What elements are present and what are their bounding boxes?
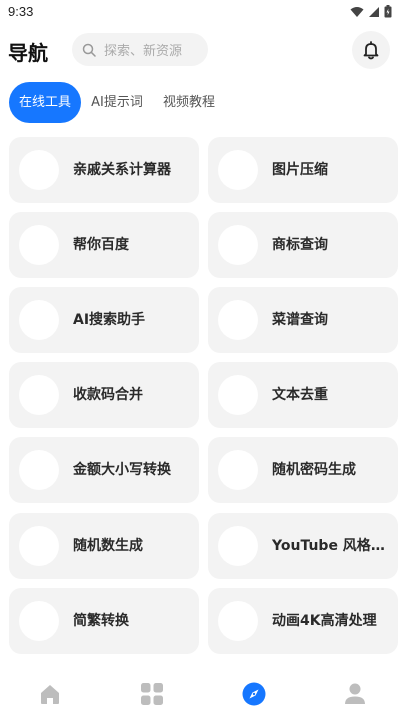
tool-icon-placeholder — [19, 300, 59, 340]
tool-icon-placeholder — [218, 526, 258, 566]
tool-icon-placeholder — [19, 375, 59, 415]
tab-ai-prompts[interactable]: AI提示词 — [86, 82, 148, 123]
tool-icon-placeholder — [218, 375, 258, 415]
apps-grid-icon — [141, 683, 163, 705]
bell-icon — [363, 41, 379, 60]
search-icon — [82, 43, 96, 57]
header: 导航 探索、新资源 — [0, 30, 406, 70]
tool-icon-placeholder — [218, 300, 258, 340]
tool-label: 金额大小写转换 — [73, 462, 171, 478]
tool-icon-placeholder — [19, 526, 59, 566]
tool-icon-placeholder — [218, 450, 258, 490]
nav-discover[interactable] — [240, 680, 268, 708]
tool-icon-placeholder — [218, 150, 258, 190]
tool-icon-placeholder — [19, 601, 59, 641]
tool-label: AI搜索助手 — [73, 312, 146, 328]
page-title: 导航 — [8, 41, 48, 65]
nav-apps[interactable] — [138, 680, 166, 708]
tool-label: 随机密码生成 — [272, 462, 356, 478]
signal-icon — [369, 6, 379, 17]
tool-label: 动画4K高清处理 — [272, 613, 377, 629]
tool-icon-placeholder — [19, 150, 59, 190]
tool-card[interactable]: YouTube 风格Lo... — [208, 513, 398, 579]
nav-profile[interactable] — [341, 680, 369, 708]
notification-button[interactable] — [352, 31, 390, 69]
tool-card[interactable]: 亲戚关系计算器 — [9, 137, 199, 203]
tool-icon-placeholder — [19, 450, 59, 490]
search-input[interactable]: 探索、新资源 — [72, 33, 208, 66]
nav-home[interactable] — [36, 680, 64, 708]
tool-card[interactable]: AI搜索助手 — [9, 287, 199, 353]
tool-icon-placeholder — [218, 225, 258, 265]
tool-label: 随机数生成 — [73, 538, 143, 554]
wifi-icon — [350, 6, 364, 17]
tool-card[interactable]: 随机密码生成 — [208, 437, 398, 503]
tool-card[interactable]: 收款码合并 — [9, 362, 199, 428]
tool-label: 图片压缩 — [272, 162, 328, 178]
status-bar: 9:33 — [0, 0, 406, 24]
tool-label: 简繁转换 — [73, 613, 129, 629]
battery-icon — [384, 5, 392, 18]
home-icon — [41, 685, 59, 704]
tool-card[interactable]: 随机数生成 — [9, 513, 199, 579]
search-placeholder: 探索、新资源 — [104, 44, 183, 59]
tool-card[interactable]: 菜谱查询 — [208, 287, 398, 353]
tool-card[interactable]: 商标查询 — [208, 212, 398, 278]
tool-card[interactable]: 动画4K高清处理 — [208, 588, 398, 654]
tool-label: 亲戚关系计算器 — [73, 162, 171, 178]
tool-card[interactable]: 金额大小写转换 — [9, 437, 199, 503]
compass-icon — [242, 682, 266, 706]
profile-icon — [345, 683, 365, 704]
tool-card[interactable]: 文本去重 — [208, 362, 398, 428]
status-icons — [350, 5, 392, 18]
tool-icon-placeholder — [19, 225, 59, 265]
tool-label: YouTube 风格Lo... — [272, 538, 390, 554]
tool-label: 商标查询 — [272, 237, 328, 253]
tab-online-tools[interactable]: 在线工具 — [9, 82, 81, 123]
tool-label: 帮你百度 — [73, 237, 129, 253]
bottom-nav — [0, 668, 406, 724]
tool-label: 文本去重 — [272, 387, 328, 403]
tool-card[interactable]: 图片压缩 — [208, 137, 398, 203]
category-tabs: 在线工具 AI提示词 视频教程 — [0, 82, 406, 123]
tool-card[interactable]: 帮你百度 — [9, 212, 199, 278]
tab-video-tutorials[interactable]: 视频教程 — [156, 82, 222, 123]
tool-label: 收款码合并 — [73, 387, 143, 403]
status-time: 9:33 — [8, 4, 34, 19]
tool-icon-placeholder — [218, 601, 258, 641]
tool-card[interactable]: 简繁转换 — [9, 588, 199, 654]
tool-label: 菜谱查询 — [272, 312, 328, 328]
